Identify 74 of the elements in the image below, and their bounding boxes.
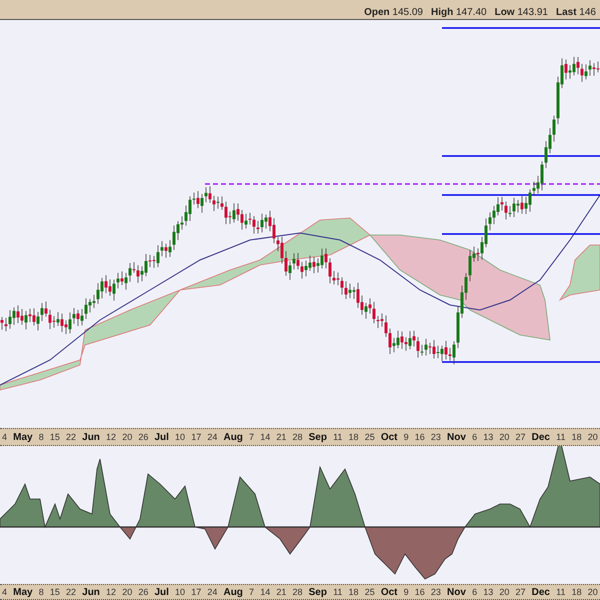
date-label: 18: [348, 587, 359, 597]
date-label: 16: [414, 432, 425, 442]
date-label: 25: [364, 432, 375, 442]
date-label: 10: [175, 587, 186, 597]
date-label: Aug: [223, 432, 243, 442]
date-label: 27: [516, 587, 526, 597]
date-label: 15: [50, 432, 60, 442]
date-label: 18: [572, 432, 582, 442]
date-label: 25: [364, 587, 375, 597]
date-label: 24: [207, 587, 218, 597]
date-label: 20: [499, 587, 510, 597]
date-label: Jul: [154, 586, 169, 598]
date-label: 7: [249, 432, 254, 442]
date-label: 20: [499, 432, 510, 442]
date-label: 28: [292, 432, 302, 442]
date-label: 20: [588, 587, 598, 597]
date-label: 10: [175, 432, 186, 442]
date-label: 4: [2, 432, 8, 442]
date-label: 15: [50, 587, 60, 597]
date-label: 21: [276, 432, 286, 442]
date-label: 16: [414, 587, 425, 597]
date-label: 20: [588, 432, 598, 442]
date-label: Nov: [447, 432, 466, 442]
quote-value: High 147.40: [431, 7, 487, 18]
date-label: Jun: [82, 586, 100, 598]
date-label: 9: [404, 587, 409, 597]
date-label: 21: [276, 587, 286, 597]
date-label: 4: [2, 587, 8, 597]
date-label: 18: [348, 432, 359, 442]
date-label: 6: [472, 587, 478, 597]
date-label: 26: [138, 432, 148, 442]
date-label: Sep: [308, 432, 327, 442]
date-label: 7: [249, 587, 254, 597]
date-label: 13: [483, 432, 494, 442]
date-label: May: [13, 432, 33, 442]
date-label: 12: [106, 432, 116, 442]
date-label: 20: [122, 587, 132, 597]
date-label: 26: [138, 587, 148, 597]
date-label: 6: [472, 432, 478, 442]
date-label: Oct: [380, 586, 398, 598]
date-label: Jul: [154, 432, 169, 442]
date-label: 8: [38, 432, 44, 442]
date-label: Aug: [223, 586, 243, 598]
date-label: Sep: [308, 586, 327, 598]
date-label: 12: [106, 587, 116, 597]
date-label: 11: [333, 587, 342, 597]
date-label: Oct: [380, 432, 398, 442]
date-label: 11: [556, 587, 566, 597]
date-label: 23: [430, 432, 441, 442]
date-label: 27: [516, 432, 526, 442]
quote-value: Last 146: [556, 7, 596, 18]
date-label: 28: [292, 587, 302, 597]
date-label: 13: [483, 587, 494, 597]
date-label: 11: [556, 432, 566, 442]
quote-value: Open 145.09: [364, 7, 423, 18]
date-label: 9: [404, 432, 409, 442]
date-label: 24: [207, 432, 218, 442]
quote-value: Low 143.91: [494, 7, 548, 18]
date-label: 22: [66, 587, 76, 597]
date-label: Dec: [532, 586, 550, 598]
date-label: Jun: [82, 432, 100, 442]
date-label: 17: [191, 587, 202, 597]
date-label: 17: [191, 432, 202, 442]
date-label: Dec: [532, 432, 550, 442]
date-label: 23: [430, 587, 441, 597]
date-label: 20: [122, 432, 132, 442]
date-label: Nov: [447, 586, 466, 598]
date-label: 22: [66, 432, 76, 442]
date-label: 8: [38, 587, 44, 597]
date-label: May: [13, 586, 33, 598]
date-label: 11: [333, 432, 342, 442]
date-label: 18: [572, 587, 582, 597]
date-label: 14: [260, 432, 270, 442]
date-label: 14: [260, 587, 270, 597]
